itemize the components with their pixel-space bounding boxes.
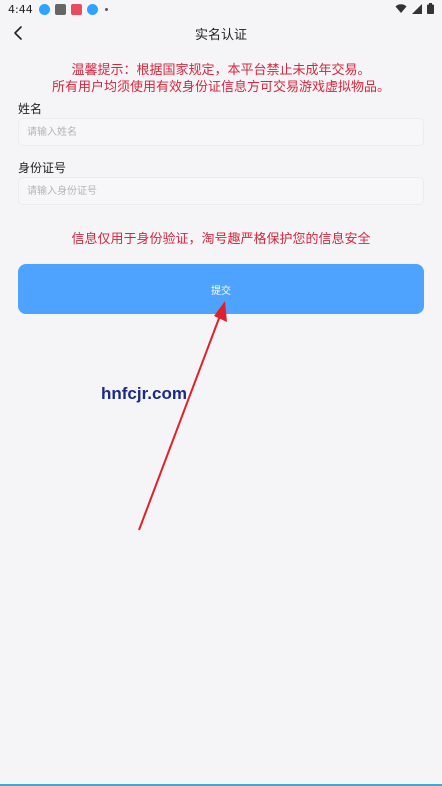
id-number-input[interactable] [18,177,424,205]
realname-auth-page: 4:44 实名认证 温馨提示：根据国家规定，本平台禁止未成年交易。 所有用户均须… [0,0,442,786]
status-bar: 4:44 [0,0,442,18]
name-label: 姓名 [18,102,43,116]
page-title: 实名认证 [194,28,247,43]
bilibili-icon [54,3,66,15]
download-icon [86,3,98,15]
status-time: 4:44 [8,2,33,16]
privacy-note: 信息仅用于身份验证，淘号趣严格保护您的信息安全 [71,232,371,247]
wifi-icon [395,3,407,13]
watermark-logo: hnfcjr.com [101,384,187,403]
notice-line-1: 温馨提示：根据国家规定，本平台禁止未成年交易。 [71,63,371,78]
battery-icon [427,3,434,14]
header: 实名认证 [0,18,442,48]
status-right [395,3,434,14]
notice-line-2: 所有用户均须使用有效身份证信息方可交易游戏虚拟物品。 [51,80,390,95]
name-input[interactable] [18,118,424,146]
signal-icon [412,3,422,14]
id-number-label: 身份证号 [18,161,67,175]
submit-button[interactable]: 提交 [18,264,424,314]
qq-icon [38,3,50,15]
notification-dot-icon [104,7,108,11]
app-red-icon [70,3,82,15]
